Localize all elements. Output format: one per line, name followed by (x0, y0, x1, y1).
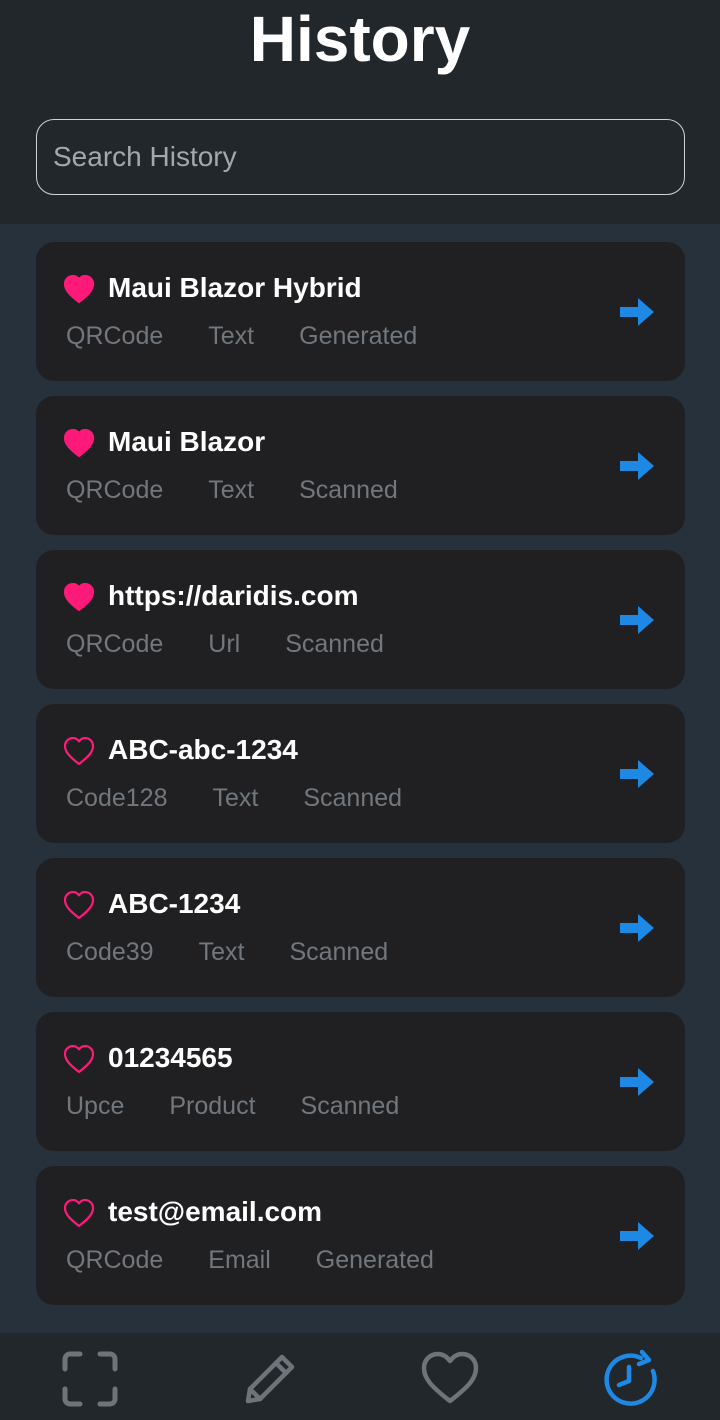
arrow-right-icon[interactable] (618, 450, 656, 482)
favorite-heart-icon[interactable] (63, 1198, 95, 1228)
nav-history-button[interactable] (601, 1349, 661, 1409)
item-type: Product (169, 1092, 256, 1120)
favorite-heart-icon[interactable] (63, 428, 95, 458)
pencil-icon (245, 1354, 295, 1404)
item-type: Email (208, 1246, 271, 1274)
search-input[interactable] (36, 119, 685, 195)
history-icon (604, 1349, 657, 1406)
history-card[interactable]: 01234565 Upce Product Scanned (36, 1012, 685, 1151)
history-list: Maui Blazor Hybrid QRCode Text Generated… (36, 242, 685, 1320)
item-type: Text (208, 322, 255, 350)
item-type: Text (198, 938, 245, 966)
item-source: Scanned (299, 476, 398, 504)
arrow-right-icon[interactable] (618, 1066, 656, 1098)
item-title: ABC-1234 (108, 888, 241, 919)
item-source: Scanned (285, 630, 384, 658)
item-meta: QRCode Text Scanned (66, 473, 443, 507)
arrow-right-icon[interactable] (618, 296, 656, 328)
header: History (0, 0, 720, 224)
item-source: Scanned (289, 938, 389, 966)
item-format: Code39 (66, 938, 154, 966)
item-format: QRCode (66, 322, 164, 350)
nav-favorites-button[interactable] (420, 1349, 480, 1409)
favorite-heart-icon[interactable] (63, 1044, 95, 1074)
item-format: QRCode (66, 630, 164, 658)
history-card[interactable]: ABC-abc-1234 Code128 Text Scanned (36, 704, 685, 843)
item-title: 01234565 (108, 1042, 233, 1073)
item-source: Scanned (303, 784, 403, 812)
item-meta: QRCode Text Generated (66, 319, 462, 353)
arrow-right-icon[interactable] (618, 758, 656, 790)
history-card[interactable]: Maui Blazor Hybrid QRCode Text Generated (36, 242, 685, 381)
item-meta: QRCode Url Scanned (66, 627, 429, 661)
item-meta: Code128 Text Scanned (66, 781, 447, 815)
item-meta: Upce Product Scanned (66, 1089, 444, 1123)
item-title: Maui Blazor Hybrid (108, 272, 362, 303)
item-source: Scanned (300, 1092, 400, 1120)
item-title: test@email.com (108, 1196, 323, 1227)
history-card[interactable]: test@email.com QRCode Email Generated (36, 1166, 685, 1305)
favorite-heart-icon[interactable] (63, 274, 95, 304)
history-card[interactable]: Maui Blazor QRCode Text Scanned (36, 396, 685, 535)
favorite-heart-icon[interactable] (63, 890, 95, 920)
item-title: Maui Blazor (108, 426, 266, 457)
item-title: https://daridis.com (108, 580, 359, 611)
scan-icon (62, 1351, 118, 1407)
item-type: Text (212, 784, 259, 812)
item-format: QRCode (66, 1246, 164, 1274)
item-format: QRCode (66, 476, 164, 504)
nav-scan-button[interactable] (60, 1349, 120, 1409)
heart-outline-icon (421, 1351, 479, 1404)
favorite-heart-icon[interactable] (63, 582, 95, 612)
arrow-right-icon[interactable] (618, 912, 656, 944)
item-format: Code128 (66, 784, 168, 812)
history-card[interactable]: https://daridis.com QRCode Url Scanned (36, 550, 685, 689)
item-format: Upce (66, 1092, 125, 1120)
history-card[interactable]: ABC-1234 Code39 Text Scanned (36, 858, 685, 997)
item-source: Generated (315, 1246, 434, 1274)
page-title: History (249, 3, 471, 75)
item-title: ABC-abc-1234 (108, 734, 298, 765)
item-meta: QRCode Email Generated (66, 1243, 479, 1277)
favorite-heart-icon[interactable] (63, 736, 95, 766)
arrow-right-icon[interactable] (618, 604, 656, 636)
item-type: Url (208, 630, 241, 658)
item-meta: Code39 Text Scanned (66, 935, 433, 969)
item-type: Text (208, 476, 255, 504)
arrow-right-icon[interactable] (618, 1220, 656, 1252)
nav-generate-button[interactable] (240, 1349, 300, 1409)
item-source: Generated (299, 322, 418, 350)
bottom-nav (0, 1333, 720, 1420)
